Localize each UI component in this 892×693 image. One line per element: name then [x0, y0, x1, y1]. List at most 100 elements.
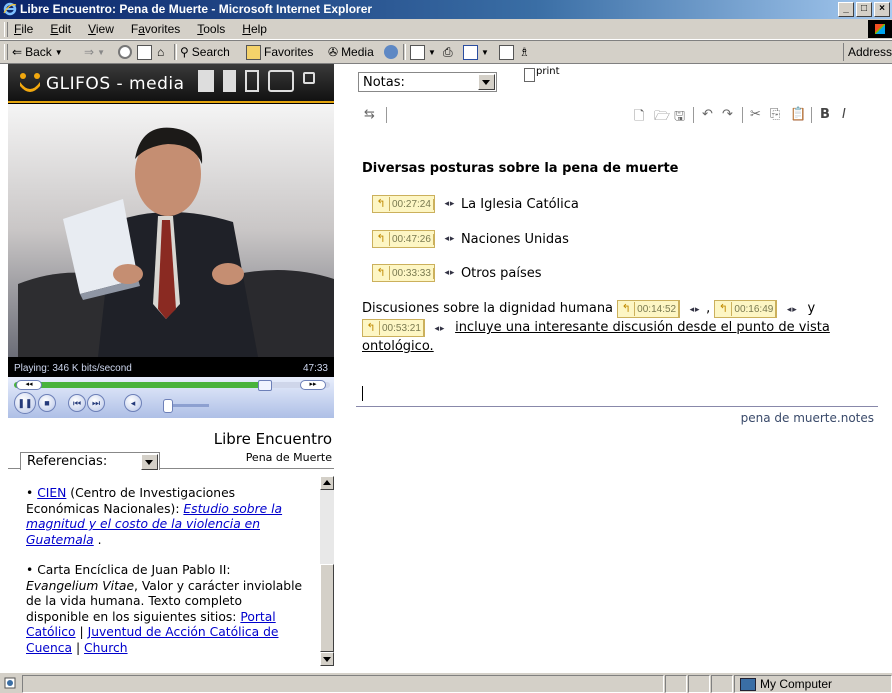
scroll-down-icon[interactable] [320, 652, 334, 666]
timecode-nav-icon[interactable]: ◂ ▸ [437, 234, 461, 244]
open-folder-icon[interactable]: 🗁 [654, 107, 670, 129]
timecode-value: 00:14:52 [635, 300, 680, 318]
scroll-thumb[interactable] [320, 564, 334, 652]
references-list[interactable]: • CIEN (Centro de Investigaciones Económ… [20, 476, 334, 666]
video-frame[interactable] [8, 104, 334, 357]
home-button[interactable]: ⌂ [157, 43, 164, 61]
note-entry-label: Naciones Unidas [460, 231, 569, 247]
menu-file[interactable]: File [14, 22, 33, 36]
church-link[interactable]: Church [84, 641, 128, 655]
notes-dropdown[interactable]: Notas: [358, 72, 497, 92]
timecode-nav-icon[interactable]: ◂ ▸ [779, 302, 803, 319]
timecode-button[interactable]: ↰ 00:33:33 [372, 264, 435, 282]
search-button-label: Search [191, 45, 230, 59]
close-button[interactable]: × [874, 2, 890, 17]
favorites-button[interactable]: Favorites [246, 43, 313, 61]
text-cursor[interactable] [362, 386, 363, 401]
references-panel: Libre Encuentro Pena de Muerte Referenci… [8, 418, 334, 672]
note-entry-label: La Iglesia Católica [460, 196, 579, 212]
references-dropdown-label: Referencias: [27, 454, 108, 469]
view-layout-video-icon[interactable] [268, 70, 294, 92]
timecode-nav-icon[interactable]: ◂ ▸ [437, 268, 461, 278]
view-layout-split-icon[interactable] [223, 70, 236, 92]
references-scrollbar[interactable] [320, 476, 334, 666]
toolbar-grip[interactable] [4, 44, 8, 60]
menu-help[interactable]: Help [242, 22, 267, 36]
menu-edit[interactable]: Edit [50, 22, 71, 36]
stop-playback-button[interactable]: ■ [38, 394, 56, 412]
timecode-jump-icon: ↰ [373, 197, 390, 211]
speaker-icon: ◂ [130, 397, 136, 408]
timecode-value: 00:16:49 [732, 300, 777, 318]
undo-icon[interactable]: ↶ [702, 107, 713, 122]
mute-button[interactable]: ◂ [124, 394, 142, 412]
menu-view[interactable]: View [88, 22, 114, 36]
mail-dropdown-icon[interactable]: ▼ [428, 48, 436, 57]
back-button[interactable]: ⇐ Back ▼ [12, 43, 63, 61]
history-icon [384, 45, 398, 59]
stop-button[interactable] [118, 43, 132, 61]
bold-icon[interactable]: B [820, 107, 830, 122]
timecode-nav-icon[interactable]: ◂ ▸ [437, 199, 461, 209]
print-link[interactable]: print [524, 66, 560, 82]
forward-dropdown-icon[interactable]: ▼ [97, 48, 105, 57]
chevron-down-icon[interactable] [478, 74, 495, 90]
timecode-nav-icon[interactable]: ◂ ▸ [427, 321, 451, 338]
volume-thumb[interactable] [163, 399, 173, 413]
chevron-down-icon[interactable] [141, 454, 158, 470]
home-icon: ⌂ [157, 45, 165, 59]
menu-help-accel: H [242, 22, 251, 36]
italic-icon[interactable]: I [842, 107, 846, 122]
save-icon[interactable]: 🖫 [674, 107, 685, 129]
rewind-icon[interactable]: ◂◂ [16, 380, 42, 390]
timecode-button[interactable]: ↰ 00:53:21 [362, 319, 425, 337]
pause-button[interactable]: ❚❚ [14, 392, 36, 414]
maximize-button[interactable]: □ [856, 2, 872, 17]
search-button[interactable]: ⚲ Search [180, 43, 230, 61]
timecode-button[interactable]: ↰ 00:27:24 [372, 195, 435, 213]
player-status-bar: Playing: 346 K bits/second 47:33 [8, 361, 334, 377]
fast-forward-icon[interactable]: ▸▸ [300, 380, 326, 390]
timecode-button[interactable]: ↰ 00:16:49 [714, 300, 778, 318]
pause-icon: ❚❚ [17, 397, 33, 408]
menu-tools[interactable]: Tools [197, 22, 225, 36]
security-zone[interactable]: My Computer [740, 677, 832, 691]
cut-icon[interactable]: ✂ [750, 107, 761, 122]
menubar-grip[interactable] [4, 22, 8, 37]
next-button[interactable]: ⏭ [87, 394, 105, 412]
edit-dropdown-icon[interactable]: ▼ [481, 48, 489, 57]
view-layout-minimal-icon[interactable] [303, 72, 315, 84]
new-document-icon[interactable]: 🗋 [634, 107, 644, 129]
timecode-button[interactable]: ↰ 00:14:52 [617, 300, 681, 318]
view-layout-full-icon[interactable] [198, 70, 214, 92]
sync-icon[interactable]: ⇆ [364, 107, 375, 122]
paste-icon[interactable]: 📋 [790, 107, 806, 122]
timecode-nav-icon[interactable]: ◂ ▸ [682, 302, 706, 319]
references-dropdown[interactable]: Referencias: [20, 452, 160, 470]
cien-link[interactable]: CIEN [37, 486, 66, 500]
media-button[interactable]: ✇ Media [328, 43, 374, 61]
media-icon: ✇ [328, 45, 339, 59]
previous-button[interactable]: ⏮ [68, 394, 86, 412]
mail-button[interactable]: ▼ [410, 43, 436, 61]
forward-button[interactable]: ⇒ ▼ [84, 43, 105, 61]
minimize-button[interactable]: _ [838, 2, 854, 17]
discuss-button[interactable] [499, 43, 514, 61]
messenger-button[interactable]: ♗ [519, 43, 530, 61]
messenger-icon: ♗ [519, 45, 530, 59]
window-title-bar[interactable]: Libre Encuentro: Pena de Muerte - Micros… [0, 0, 892, 19]
copy-icon[interactable]: ⎘ [770, 107, 780, 122]
print-button[interactable]: ⎙ [443, 43, 453, 61]
menu-favorites[interactable]: Favorites [131, 22, 180, 36]
history-button[interactable] [384, 43, 398, 61]
seek-thumb[interactable] [257, 380, 272, 391]
program-title: Libre Encuentro [213, 430, 332, 448]
scroll-up-icon[interactable] [320, 476, 334, 490]
timecode-button[interactable]: ↰ 00:47:26 [372, 230, 435, 248]
view-layout-stack-icon[interactable] [245, 70, 259, 92]
back-dropdown-icon[interactable]: ▼ [55, 48, 63, 57]
edit-button[interactable]: ▼ [463, 43, 489, 61]
redo-icon[interactable]: ↷ [722, 107, 733, 122]
seek-bar[interactable] [14, 380, 330, 391]
refresh-button[interactable] [137, 43, 152, 61]
